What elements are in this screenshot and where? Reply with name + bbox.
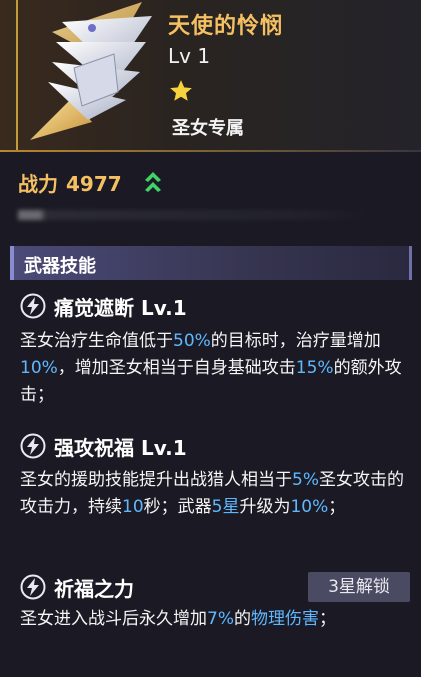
highlight-value: 5%: [292, 470, 319, 490]
header-rail: [16, 0, 18, 150]
unlock-requirement-badge: 3星解锁: [308, 572, 410, 602]
lightning-circle-icon: [20, 433, 46, 459]
power-value: 4977: [66, 172, 122, 196]
double-chevron-up-icon: [145, 172, 161, 192]
description-text: ；: [328, 497, 346, 517]
section-title: 武器技能: [24, 256, 96, 277]
description-text: ，增加圣女相当于自身基础攻击: [57, 358, 296, 378]
skill-name: 强攻祝福 Lv.1: [54, 436, 187, 460]
highlight-value: 5星: [211, 497, 240, 517]
weapon-header: 天使的怜悯 Lv 1 圣女专属: [0, 0, 421, 150]
weapon-level: Lv 1: [168, 44, 211, 68]
angel-wing-weapon-icon: [30, 2, 152, 140]
highlight-value: 10%: [20, 358, 58, 378]
skill-description: 圣女治疗生命值低于50%的目标时，治疗量增加 10%，增加圣女相当于自身基础攻击1…: [20, 328, 405, 409]
weapon-title: 天使的怜悯: [168, 14, 284, 39]
highlight-value: 50%: [173, 331, 211, 351]
exclusive-label: 圣女专属: [172, 118, 244, 139]
highlight-value: 物理伤害: [250, 609, 319, 629]
header-divider: [0, 150, 421, 152]
highlight-value: 15%: [295, 358, 334, 378]
description-text: 秒；武器: [143, 497, 212, 517]
description-text: 的目标时，治疗量增加: [210, 331, 381, 351]
skill-name: 祈福之力: [54, 577, 134, 601]
combat-power: 战力 4977: [18, 168, 122, 197]
highlight-value: 10%: [290, 497, 329, 517]
description-text: 的: [233, 609, 251, 629]
description-text: 圣女进入战斗后永久增加: [20, 609, 207, 629]
description-text: 升级为: [239, 497, 291, 517]
highlight-value: 7%: [207, 609, 234, 629]
skill-name: 痛觉遮断 Lv.1: [54, 296, 187, 320]
power-label: 战力: [18, 172, 58, 196]
skill-description: 圣女进入战斗后永久增加7%的物理伤害；: [20, 606, 405, 633]
description-text: 圣女治疗生命值低于: [20, 331, 173, 351]
skill-description: 圣女的援助技能提升出战猎人相当于5%圣女攻击的攻击力，持续10秒；武器5星升级为…: [20, 467, 405, 521]
highlight-value: 10: [122, 497, 144, 517]
description-text: 圣女的援助技能提升出战猎人相当于: [20, 470, 292, 490]
description-text: ；: [318, 609, 336, 629]
lightning-circle-icon: [20, 574, 46, 600]
obscured-stats: [18, 210, 378, 220]
lightning-circle-icon: [20, 293, 46, 319]
section-header: 武器技能: [10, 246, 412, 280]
star-icon: [170, 80, 192, 101]
